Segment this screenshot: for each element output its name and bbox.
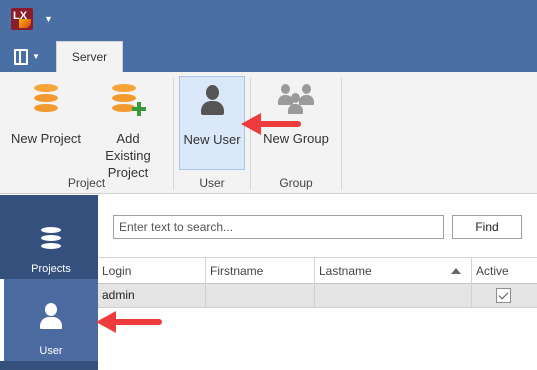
new-user-button[interactable]: New User xyxy=(179,76,245,170)
nav-item-projects[interactable]: Projects xyxy=(4,197,98,279)
user-list-panel: Find Login Firstname Lastname Active adm… xyxy=(98,195,537,370)
group-icon xyxy=(278,84,314,114)
add-existing-project-label: Add Existing Project xyxy=(105,131,151,180)
cell-firstname[interactable] xyxy=(206,284,315,307)
cell-login[interactable]: admin xyxy=(98,284,206,307)
annotation-arrow-new-user xyxy=(241,113,301,135)
document-icon xyxy=(14,49,28,65)
new-user-label: New User xyxy=(183,132,241,147)
navigation-pane: Projects User xyxy=(0,195,98,370)
database-icon xyxy=(34,84,58,114)
title-bar: LX ▼ xyxy=(0,0,537,38)
nav-item-user[interactable]: User xyxy=(0,279,98,361)
sort-ascending-icon xyxy=(451,268,461,274)
find-button[interactable]: Find xyxy=(452,215,522,239)
user-icon xyxy=(201,85,224,115)
database-add-icon xyxy=(112,84,146,116)
new-group-label: New Group xyxy=(263,131,329,146)
new-project-button[interactable]: New Project xyxy=(6,76,86,170)
plus-icon xyxy=(132,102,146,116)
ribbon-group-project-label: Project xyxy=(67,176,106,190)
annotation-arrow-nav-user xyxy=(96,311,162,333)
search-input[interactable] xyxy=(113,215,444,239)
nav-item-projects-label: Projects xyxy=(31,263,71,275)
ribbon-tab-row: ▼ Server xyxy=(0,38,537,72)
column-header-login[interactable]: Login xyxy=(98,258,206,284)
grid-header: Login Firstname Lastname Active xyxy=(98,257,537,284)
ribbon-group-user-label: User xyxy=(199,176,225,190)
new-project-label: New Project xyxy=(10,131,82,146)
quick-access-dropdown-icon[interactable]: ▼ xyxy=(44,14,53,24)
nav-item-user-label: User xyxy=(39,345,63,357)
table-row[interactable]: admin xyxy=(98,284,537,308)
column-header-lastname[interactable]: Lastname xyxy=(315,258,472,284)
chevron-down-icon: ▼ xyxy=(32,52,40,61)
database-icon xyxy=(41,227,61,251)
column-header-active[interactable]: Active xyxy=(472,258,537,284)
tab-server[interactable]: Server xyxy=(56,41,123,72)
cell-lastname[interactable] xyxy=(315,284,472,307)
add-existing-project-button[interactable]: Add Existing Project xyxy=(88,76,168,180)
file-menu-button[interactable]: ▼ xyxy=(8,46,44,68)
user-icon xyxy=(40,303,62,329)
ribbon-group-separator xyxy=(341,78,342,190)
ribbon: New Project Add Existing Project New Use… xyxy=(0,72,537,194)
logo-swoosh-icon xyxy=(19,19,31,28)
active-checkbox[interactable] xyxy=(496,288,511,303)
ribbon-group-separator xyxy=(173,78,174,190)
app-logo[interactable]: LX xyxy=(11,8,33,30)
ribbon-group-group-label: Group xyxy=(279,176,313,190)
column-header-firstname[interactable]: Firstname xyxy=(206,258,315,284)
column-header-lastname-label: Lastname xyxy=(319,264,372,278)
